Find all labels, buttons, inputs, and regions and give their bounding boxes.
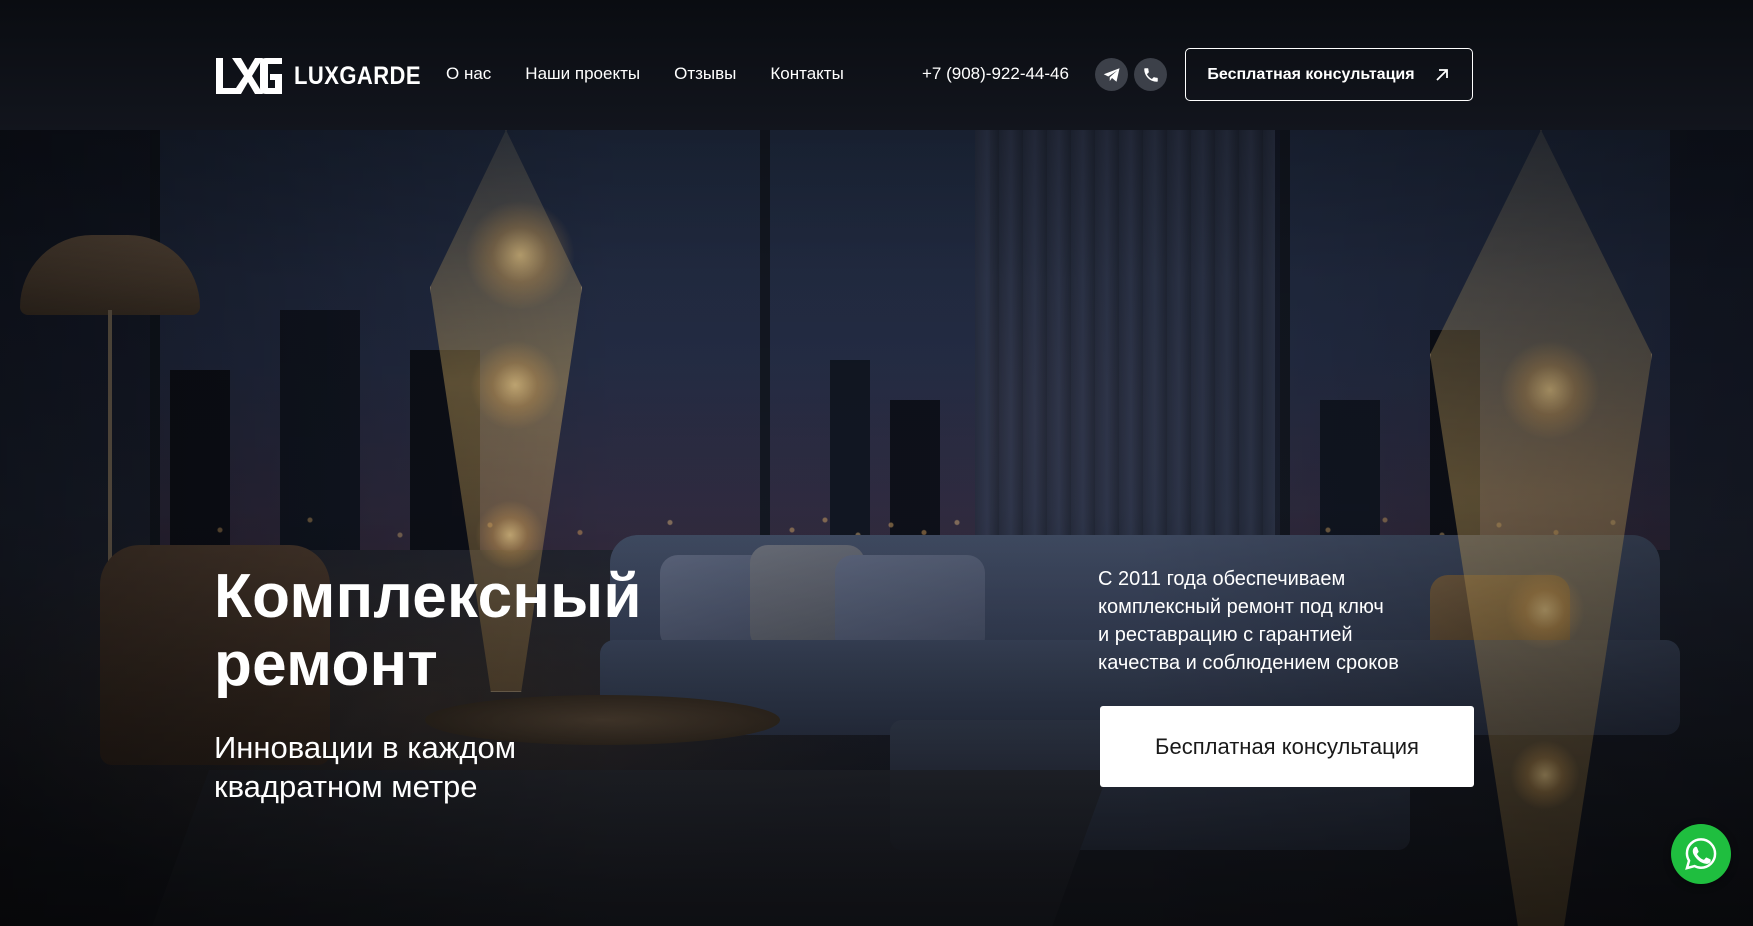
arrow-up-right-icon — [1435, 68, 1448, 81]
hero-consultation-button[interactable]: Бесплатная консультация — [1100, 706, 1474, 787]
main-nav: О нас Наши проекты Отзывы Контакты — [446, 64, 878, 84]
logo-mark-icon — [216, 58, 282, 94]
whatsapp-glyph — [1685, 838, 1717, 870]
hero-description-line: С 2011 года обеспечиваем — [1098, 568, 1346, 590]
hero-subtitle-line: Инновации в каждом — [214, 730, 517, 765]
telegram-glyph — [1103, 67, 1119, 82]
hero-description: С 2011 года обеспечиваем комплексный рем… — [1098, 565, 1498, 677]
logo[interactable]: LUXGARDE — [214, 56, 438, 96]
hero-title: Комплексный ремонт — [214, 563, 774, 699]
header-consultation-button[interactable]: Бесплатная консультация — [1185, 48, 1473, 101]
logo-text: LUXGARDE — [294, 61, 421, 90]
hero-title-line: ремонт — [214, 630, 439, 699]
phone-glyph — [1143, 67, 1158, 82]
hero-subtitle-line: квадратном метре — [214, 769, 478, 804]
whatsapp-icon[interactable] — [1671, 824, 1731, 884]
hero-description-line: комплексный ремонт под ключ — [1098, 596, 1384, 618]
phone-number-link[interactable]: +7 (908)-922-44-46 — [922, 64, 1069, 84]
nav-item-contacts[interactable]: Контакты — [770, 64, 843, 84]
phone-icon[interactable] — [1134, 58, 1167, 91]
telegram-icon[interactable] — [1095, 58, 1128, 91]
nav-item-reviews[interactable]: Отзывы — [674, 64, 736, 84]
hero-subtitle: Инновации в каждом квадратном метре — [214, 728, 634, 806]
hero-description-line: качества и соблюдением сроков — [1098, 652, 1399, 674]
hero-description-line: и реставрацию с гарантией — [1098, 624, 1353, 646]
header-consultation-label: Бесплатная консультация — [1207, 65, 1415, 83]
nav-item-projects[interactable]: Наши проекты — [525, 64, 640, 84]
page: LUXGARDE О нас Наши проекты Отзывы Конта… — [0, 0, 1753, 926]
nav-item-about[interactable]: О нас — [446, 64, 491, 84]
site-header: LUXGARDE О нас Наши проекты Отзывы Конта… — [0, 0, 1753, 130]
hero-title-line: Комплексный — [214, 562, 642, 631]
